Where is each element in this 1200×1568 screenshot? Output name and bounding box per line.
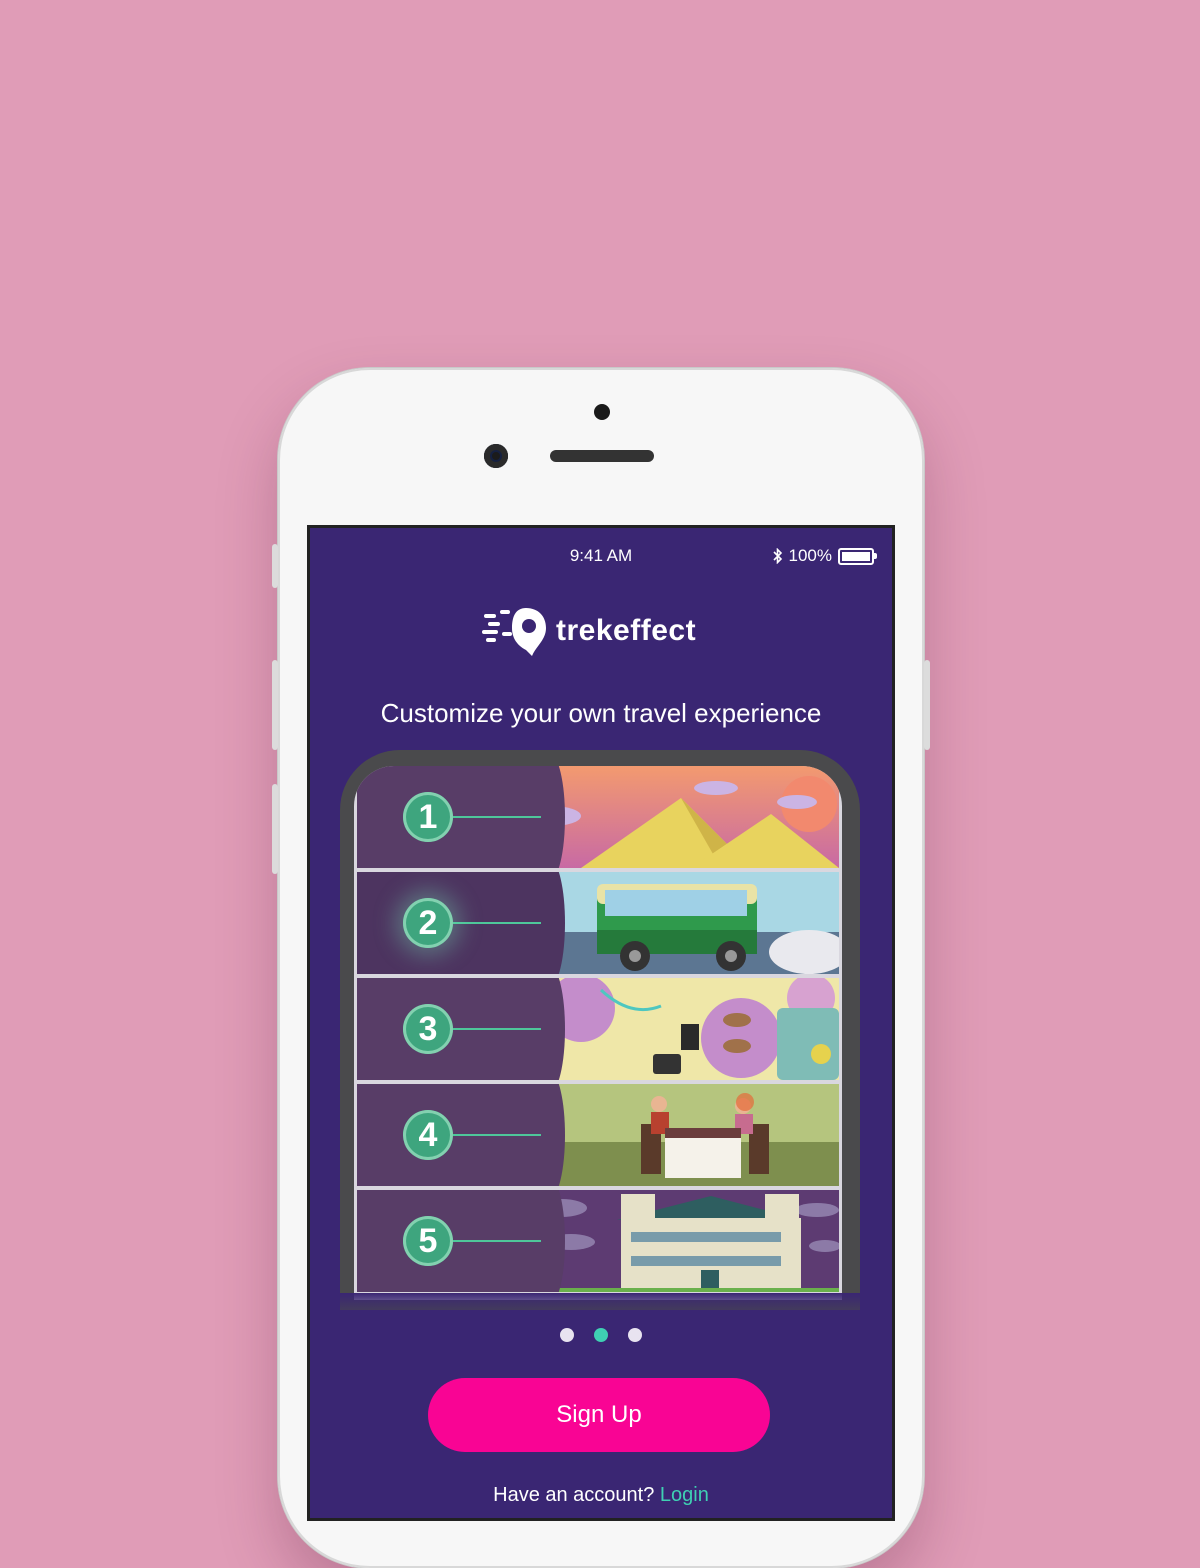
packing-items-scene	[541, 978, 839, 1080]
step-number-3: 3	[403, 1004, 453, 1054]
trekeffect-logo-icon	[482, 608, 546, 656]
page-indicator	[310, 1328, 892, 1342]
step-row-5: 5	[357, 1190, 839, 1292]
illustration-fade	[310, 1293, 892, 1323]
page-dot-2[interactable]	[594, 1328, 608, 1342]
volume-down-button	[272, 784, 278, 874]
step-connector	[453, 1240, 541, 1242]
step-row-2: 2	[357, 872, 839, 974]
step-number-5: 5	[403, 1216, 453, 1266]
earpiece-speaker	[550, 450, 654, 462]
volume-up-button	[272, 660, 278, 750]
login-link[interactable]: Login	[660, 1484, 709, 1506]
page-dot-3[interactable]	[628, 1328, 642, 1342]
step-number-1: 1	[403, 792, 453, 842]
brand-name: trekeffect	[556, 614, 697, 647]
app-screen: 9:41 AM 100% trekeffect Customize your o…	[310, 528, 892, 1518]
step-number-4: 4	[403, 1110, 453, 1160]
brand-logo: trekeffect	[482, 604, 696, 658]
step-row-4: 4	[357, 1084, 839, 1186]
page-dot-1[interactable]	[560, 1328, 574, 1342]
bluetooth-icon	[772, 548, 782, 564]
step-connector	[453, 816, 541, 818]
couple-dinner-scene	[541, 1084, 839, 1186]
account-prompt-text: Have an account?	[493, 1484, 655, 1506]
battery-percent: 100%	[788, 546, 832, 565]
status-bar: 9:41 AM 100%	[310, 546, 892, 570]
mute-switch	[272, 544, 278, 588]
battery-icon	[838, 547, 877, 565]
step-connector	[453, 1028, 541, 1030]
hotel-building-scene	[541, 1190, 839, 1292]
step-connector	[453, 922, 541, 924]
sign-up-button[interactable]: Sign Up	[428, 1378, 770, 1452]
onboarding-headline: Customize your own travel experience	[380, 698, 822, 728]
step-row-1: 1	[357, 766, 839, 868]
login-prompt: Have an account? Login	[310, 1484, 892, 1507]
illustration-screen: 1 2 3 4 5	[354, 766, 842, 1300]
front-camera	[484, 444, 508, 468]
step-number-2: 2	[403, 898, 453, 948]
battery-fill	[842, 551, 870, 561]
green-bus-scene	[541, 872, 839, 974]
step-row-3: 3	[357, 978, 839, 1080]
step-connector	[453, 1134, 541, 1136]
proximity-sensor	[594, 404, 610, 420]
power-button	[924, 660, 930, 750]
illustration-phone: 1 2 3 4 5	[340, 750, 860, 1310]
desert-pyramids-scene	[541, 766, 839, 868]
